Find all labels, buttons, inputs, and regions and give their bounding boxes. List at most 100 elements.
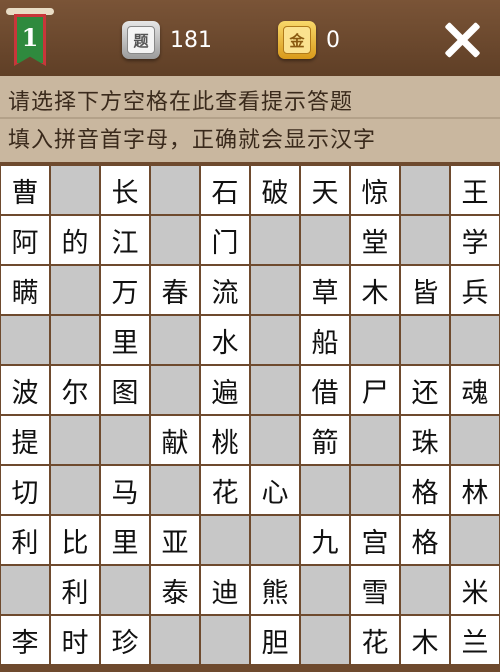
grid-cell-filled[interactable]: 船 bbox=[301, 316, 349, 364]
grid-cell-filled[interactable]: 利 bbox=[1, 516, 49, 564]
grid-cell-filled[interactable]: 切 bbox=[1, 466, 49, 514]
grid-cell-filled[interactable]: 提 bbox=[1, 416, 49, 464]
grid-cell-empty[interactable] bbox=[101, 416, 149, 464]
grid-cell-filled[interactable]: 箭 bbox=[301, 416, 349, 464]
grid-cell-empty[interactable] bbox=[1, 316, 49, 364]
grid-cell-filled[interactable]: 曹 bbox=[1, 166, 49, 214]
grid-cell-empty[interactable] bbox=[151, 466, 199, 514]
grid-cell-filled[interactable]: 心 bbox=[251, 466, 299, 514]
grid-cell-empty[interactable] bbox=[351, 416, 399, 464]
grid-cell-filled[interactable]: 万 bbox=[101, 266, 149, 314]
grid-cell-empty[interactable] bbox=[51, 166, 99, 214]
grid-cell-filled[interactable]: 遍 bbox=[201, 366, 249, 414]
grid-cell-empty[interactable] bbox=[251, 416, 299, 464]
grid-cell-empty[interactable] bbox=[1, 566, 49, 614]
grid-cell-filled[interactable]: 米 bbox=[451, 566, 499, 614]
grid-cell-empty[interactable] bbox=[51, 466, 99, 514]
grid-cell-filled[interactable]: 格 bbox=[401, 516, 449, 564]
grid-cell-filled[interactable]: 宫 bbox=[351, 516, 399, 564]
grid-cell-empty[interactable] bbox=[451, 316, 499, 364]
grid-cell-filled[interactable]: 阿 bbox=[1, 216, 49, 264]
grid-cell-empty[interactable] bbox=[401, 316, 449, 364]
grid-cell-empty[interactable] bbox=[251, 266, 299, 314]
grid-cell-filled[interactable]: 皆 bbox=[401, 266, 449, 314]
grid-cell-filled[interactable]: 流 bbox=[201, 266, 249, 314]
grid-cell-empty[interactable] bbox=[151, 216, 199, 264]
grid-cell-empty[interactable] bbox=[251, 366, 299, 414]
grid-cell-filled[interactable]: 胆 bbox=[251, 616, 299, 664]
grid-cell-empty[interactable] bbox=[301, 616, 349, 664]
grid-cell-filled[interactable]: 石 bbox=[201, 166, 249, 214]
grid-cell-filled[interactable]: 瞒 bbox=[1, 266, 49, 314]
grid-cell-filled[interactable]: 利 bbox=[51, 566, 99, 614]
grid-cell-filled[interactable]: 还 bbox=[401, 366, 449, 414]
grid-cell-filled[interactable]: 泰 bbox=[151, 566, 199, 614]
grid-cell-empty[interactable] bbox=[301, 466, 349, 514]
grid-cell-filled[interactable]: 献 bbox=[151, 416, 199, 464]
grid-cell-filled[interactable]: 堂 bbox=[351, 216, 399, 264]
grid-cell-filled[interactable]: 草 bbox=[301, 266, 349, 314]
grid-cell-empty[interactable] bbox=[351, 316, 399, 364]
grid-cell-filled[interactable]: 李 bbox=[1, 616, 49, 664]
grid-cell-filled[interactable]: 的 bbox=[51, 216, 99, 264]
grid-cell-empty[interactable] bbox=[351, 466, 399, 514]
grid-cell-empty[interactable] bbox=[451, 416, 499, 464]
grid-cell-filled[interactable]: 门 bbox=[201, 216, 249, 264]
grid-cell-filled[interactable]: 尸 bbox=[351, 366, 399, 414]
grid-cell-empty[interactable] bbox=[251, 216, 299, 264]
grid-cell-filled[interactable]: 比 bbox=[51, 516, 99, 564]
grid-cell-empty[interactable] bbox=[251, 316, 299, 364]
grid-cell-empty[interactable] bbox=[151, 166, 199, 214]
grid-cell-filled[interactable]: 九 bbox=[301, 516, 349, 564]
grid-cell-filled[interactable]: 时 bbox=[51, 616, 99, 664]
grid-cell-filled[interactable]: 春 bbox=[151, 266, 199, 314]
grid-cell-filled[interactable]: 亚 bbox=[151, 516, 199, 564]
grid-cell-empty[interactable] bbox=[451, 516, 499, 564]
grid-cell-empty[interactable] bbox=[51, 316, 99, 364]
grid-cell-filled[interactable]: 珍 bbox=[101, 616, 149, 664]
grid-cell-filled[interactable]: 格 bbox=[401, 466, 449, 514]
grid-cell-filled[interactable]: 学 bbox=[451, 216, 499, 264]
grid-cell-filled[interactable]: 长 bbox=[101, 166, 149, 214]
grid-cell-empty[interactable] bbox=[51, 266, 99, 314]
grid-cell-empty[interactable] bbox=[151, 616, 199, 664]
grid-cell-filled[interactable]: 惊 bbox=[351, 166, 399, 214]
grid-cell-filled[interactable]: 林 bbox=[451, 466, 499, 514]
grid-cell-filled[interactable]: 木 bbox=[351, 266, 399, 314]
grid-cell-filled[interactable]: 图 bbox=[101, 366, 149, 414]
grid-cell-empty[interactable] bbox=[401, 566, 449, 614]
grid-cell-filled[interactable]: 江 bbox=[101, 216, 149, 264]
grid-cell-filled[interactable]: 木 bbox=[401, 616, 449, 664]
grid-cell-filled[interactable]: 借 bbox=[301, 366, 349, 414]
grid-cell-empty[interactable] bbox=[51, 416, 99, 464]
grid-cell-empty[interactable] bbox=[401, 166, 449, 214]
grid-cell-empty[interactable] bbox=[301, 216, 349, 264]
grid-cell-empty[interactable] bbox=[101, 566, 149, 614]
grid-cell-empty[interactable] bbox=[401, 216, 449, 264]
grid-cell-filled[interactable]: 王 bbox=[451, 166, 499, 214]
grid-cell-filled[interactable]: 里 bbox=[101, 316, 149, 364]
grid-cell-filled[interactable]: 兰 bbox=[451, 616, 499, 664]
grid-cell-filled[interactable]: 花 bbox=[201, 466, 249, 514]
grid-cell-filled[interactable]: 马 bbox=[101, 466, 149, 514]
grid-cell-filled[interactable]: 破 bbox=[251, 166, 299, 214]
grid-cell-filled[interactable]: 波 bbox=[1, 366, 49, 414]
grid-cell-filled[interactable]: 水 bbox=[201, 316, 249, 364]
grid-cell-filled[interactable]: 熊 bbox=[251, 566, 299, 614]
grid-cell-filled[interactable]: 兵 bbox=[451, 266, 499, 314]
grid-cell-empty[interactable] bbox=[151, 316, 199, 364]
grid-cell-filled[interactable]: 雪 bbox=[351, 566, 399, 614]
grid-cell-filled[interactable]: 花 bbox=[351, 616, 399, 664]
grid-cell-filled[interactable]: 里 bbox=[101, 516, 149, 564]
grid-cell-empty[interactable] bbox=[301, 566, 349, 614]
grid-cell-filled[interactable]: 魂 bbox=[451, 366, 499, 414]
grid-cell-empty[interactable] bbox=[201, 516, 249, 564]
grid-cell-empty[interactable] bbox=[201, 616, 249, 664]
close-button[interactable] bbox=[440, 18, 484, 62]
grid-cell-filled[interactable]: 尔 bbox=[51, 366, 99, 414]
grid-cell-filled[interactable]: 迪 bbox=[201, 566, 249, 614]
grid-cell-filled[interactable]: 珠 bbox=[401, 416, 449, 464]
grid-cell-filled[interactable]: 天 bbox=[301, 166, 349, 214]
grid-cell-empty[interactable] bbox=[251, 516, 299, 564]
grid-cell-empty[interactable] bbox=[151, 366, 199, 414]
